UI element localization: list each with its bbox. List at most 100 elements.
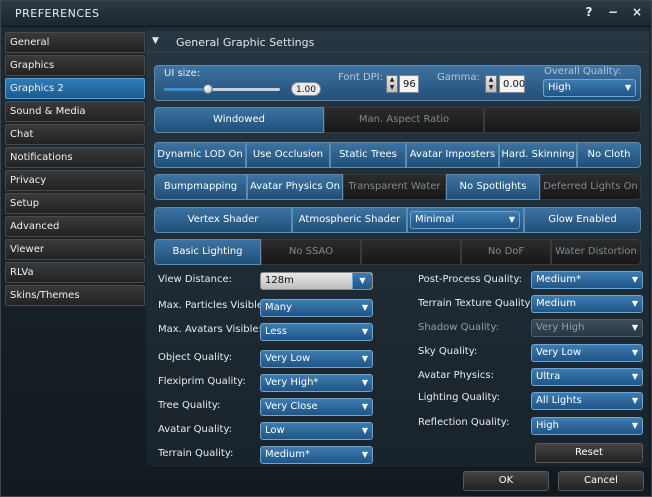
lighting-quality-dropdown[interactable]: All Lights ▼ [531,392,643,410]
object-quality-label: Object Quality: [158,352,233,363]
ssao-toggle[interactable]: No SSAO [261,239,361,265]
sidebar-item-chat[interactable]: Chat [5,124,145,145]
windowed-toggle[interactable]: Windowed [154,107,324,133]
overall-quality-dropdown[interactable]: High ▼ [543,79,636,97]
terrain-quality-value: Medium* [265,449,310,460]
vertex-shader-toggle[interactable]: Vertex Shader [154,207,292,233]
font-dpi-label: Font DPI: [338,72,383,83]
chevron-down-icon: ▼ [631,275,638,284]
max-particles-dropdown[interactable]: Many ▼ [260,299,373,317]
overall-quality-value: High [548,82,571,93]
post-process-quality-dropdown[interactable]: Medium* ▼ [531,271,643,289]
collapse-chevron-icon[interactable]: ▼ [152,36,159,46]
terrain-quality-label: Terrain Quality: [158,448,234,459]
tree-quality-label: Tree Quality: [158,400,221,411]
chevron-down-icon: ▼ [361,354,368,363]
cloth-toggle[interactable]: No Cloth [577,142,641,168]
chevron-down-icon: ▼ [624,83,631,92]
sidebar-item-rlva[interactable]: RLVa [5,262,145,283]
occlusion-toggle[interactable]: Use Occlusion [246,142,330,168]
window-title: PREFERENCES [15,7,100,20]
chevron-down-icon: ▼ [361,378,368,387]
bumpmapping-toggle[interactable]: Bumpmapping [154,174,247,200]
close-icon[interactable]: × [631,5,643,19]
chevron-down-icon: ▼ [631,396,638,405]
panel-header[interactable]: ▼ General Graphic Settings [146,31,649,53]
max-particles-value: Many [265,302,293,313]
aspect-ratio-toggle[interactable]: Man. Aspect Ratio [324,107,484,133]
gamma-input[interactable]: 0.00 [499,75,525,93]
reflection-quality-dropdown[interactable]: High ▼ [531,417,643,435]
cancel-button[interactable]: Cancel [558,471,644,491]
flexiprim-quality-dropdown[interactable]: Very High* ▼ [260,374,373,392]
empty-segment [484,107,641,133]
chevron-down-icon: ▼ [361,303,368,312]
font-dpi-spinner[interactable]: ▲ ▼ [386,75,398,93]
ui-size-value[interactable]: 1.00 [291,82,321,96]
sidebar-item-privacy[interactable]: Privacy [5,170,145,191]
chevron-down-icon: ▼ [361,450,368,459]
flexiprim-quality-label: Flexiprim Quality: [158,376,246,387]
basic-lighting-toggle[interactable]: Basic Lighting [154,239,261,265]
avatar-physics-value: Ultra [536,371,561,382]
chevron-down-icon: ▼ [361,426,368,435]
chevron-down-icon: ▼ [361,327,368,336]
minimize-icon[interactable]: − [607,5,619,19]
sidebar-item-skins-themes[interactable]: Skins/Themes [5,285,145,306]
spotlights-toggle[interactable]: No Spotlights [446,174,540,200]
water-distortion-toggle[interactable]: Water Distortion [551,239,641,265]
hard-skinning-toggle[interactable]: Hard. Skinning [499,142,577,168]
chevron-down-icon: ▼ [631,299,638,308]
sidebar-item-notifications[interactable]: Notifications [5,147,145,168]
lighting-quality-label: Lighting Quality: [418,392,500,403]
sidebar-item-sound-media[interactable]: Sound & Media [5,101,145,122]
reset-button[interactable]: Reset [535,443,643,463]
graphics-panel: ▼ General Graphic Settings UI size: 1.00… [146,31,649,467]
reflection-quality-label: Reflection Quality: [418,417,510,428]
static-trees-toggle[interactable]: Static Trees [330,142,406,168]
max-avatars-label: Max. Avatars Visible: [158,324,262,335]
dynamic-lod-toggle[interactable]: Dynamic LOD On [154,142,246,168]
transparent-water-toggle[interactable]: Transparent Water [343,174,446,200]
avatar-quality-label: Avatar Quality: [158,424,233,435]
chevron-down-icon: ▼ [631,421,638,430]
dof-toggle[interactable]: No DoF [461,239,551,265]
sky-quality-dropdown[interactable]: Very Low ▼ [531,344,643,362]
lighting-quality-value: All Lights [536,395,582,406]
sidebar-item-advanced[interactable]: Advanced [5,216,145,237]
avatar-physics-toggle[interactable]: Avatar Physics On [247,174,343,200]
sidebar-item-graphics-2[interactable]: Graphics 2 [5,78,145,99]
sidebar-item-general[interactable]: General [5,32,145,53]
sky-quality-label: Sky Quality: [418,346,478,357]
gamma-spinner[interactable]: ▲ ▼ [485,75,497,93]
title-bar[interactable]: PREFERENCES ? − × [1,1,651,27]
sidebar-item-viewer[interactable]: Viewer [5,239,145,260]
ui-size-slider-fill [164,88,209,91]
ok-button[interactable]: OK [463,471,549,491]
shadow-quality-value: Very High [536,322,585,333]
shadow-quality-label: Shadow Quality: [418,322,500,333]
atmospheric-shader-toggle[interactable]: Atmospheric Shader [292,207,407,233]
terrain-texture-quality-label: Terrain Texture Quality: [418,298,534,309]
view-distance-dropdown[interactable]: 128m ▼ [260,272,373,290]
help-icon[interactable]: ? [583,5,595,19]
title-bar-controls: ? − × [583,5,643,19]
terrain-quality-dropdown[interactable]: Medium* ▼ [260,446,373,464]
deferred-lights-toggle[interactable]: Deferred Lights On [540,174,641,200]
view-distance-value: 128m [265,275,294,286]
shadow-quality-dropdown[interactable]: Very High ▼ [531,319,643,337]
atmospheric-shader-level-dropdown[interactable]: Minimal ▼ [410,211,520,229]
avatar-quality-dropdown[interactable]: Low ▼ [260,422,373,440]
avatar-physics-dropdown[interactable]: Ultra ▼ [531,368,643,386]
object-quality-dropdown[interactable]: Very Low ▼ [260,350,373,368]
chevron-down-icon: ▼ [361,402,368,411]
sidebar-item-setup[interactable]: Setup [5,193,145,214]
glow-toggle[interactable]: Glow Enabled [524,207,641,233]
font-dpi-input[interactable]: 96 [399,75,419,93]
terrain-texture-quality-dropdown[interactable]: Medium ▼ [531,295,643,313]
empty-lighting-segment [361,239,461,265]
tree-quality-dropdown[interactable]: Very Close ▼ [260,398,373,416]
avatar-imposters-toggle[interactable]: Avatar Imposters [406,142,499,168]
sidebar-item-graphics[interactable]: Graphics [5,55,145,76]
max-avatars-dropdown[interactable]: Less ▼ [260,323,373,341]
